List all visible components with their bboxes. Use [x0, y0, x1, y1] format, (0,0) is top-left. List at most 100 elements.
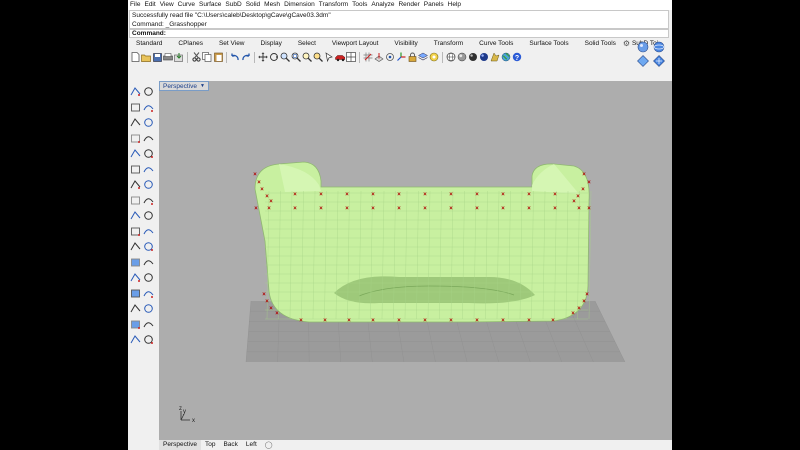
- menu-view[interactable]: View: [158, 0, 176, 10]
- select-all-icon[interactable]: [324, 52, 334, 62]
- control-point[interactable]: ×: [265, 299, 269, 305]
- control-point[interactable]: ×: [269, 306, 273, 312]
- tab-solid-tools[interactable]: Solid Tools: [577, 39, 624, 49]
- control-point[interactable]: ×: [397, 206, 401, 212]
- array-icon[interactable]: [130, 288, 141, 299]
- pyramid-icon[interactable]: [143, 334, 154, 345]
- menu-solid[interactable]: Solid: [244, 0, 262, 10]
- control-point[interactable]: ×: [475, 192, 479, 198]
- control-point[interactable]: ×: [553, 206, 557, 212]
- grid-icon[interactable]: [363, 52, 373, 62]
- viewport-title-tab[interactable]: Perspective ▼: [159, 81, 209, 91]
- tab-display[interactable]: Display: [253, 39, 290, 49]
- menu-subd[interactable]: SubD: [223, 0, 243, 10]
- control-point[interactable]: ×: [345, 206, 349, 212]
- menu-help[interactable]: Help: [446, 0, 463, 10]
- osnap-icon[interactable]: [385, 52, 395, 62]
- control-point[interactable]: ×: [577, 306, 581, 312]
- control-point[interactable]: ×: [571, 311, 575, 317]
- control-point[interactable]: ×: [587, 180, 591, 186]
- display-sphere-icon[interactable]: [652, 40, 665, 53]
- car-icon[interactable]: [335, 52, 345, 62]
- control-point[interactable]: ×: [582, 172, 586, 178]
- control-point[interactable]: ×: [257, 180, 261, 186]
- menu-edit[interactable]: Edit: [142, 0, 157, 10]
- control-point[interactable]: ×: [527, 192, 531, 198]
- menu-analyze[interactable]: Analyze: [369, 0, 396, 10]
- rotate-view-icon[interactable]: [269, 52, 279, 62]
- layer-icon[interactable]: [418, 52, 428, 62]
- material-icon[interactable]: [490, 52, 500, 62]
- tab-perspective[interactable]: Perspective: [159, 440, 201, 450]
- cone-icon[interactable]: [130, 334, 141, 345]
- import-icon[interactable]: [174, 52, 184, 62]
- split-icon[interactable]: [130, 241, 141, 252]
- redo-icon[interactable]: [241, 52, 251, 62]
- polyline-icon[interactable]: [130, 102, 141, 113]
- control-point[interactable]: ×: [371, 206, 375, 212]
- line-icon[interactable]: [143, 102, 154, 113]
- dropdown-arrow-icon[interactable]: ▼: [200, 83, 205, 89]
- move-icon[interactable]: [143, 241, 154, 252]
- control-point[interactable]: ×: [572, 199, 576, 205]
- move-diamond-icon[interactable]: [636, 54, 649, 67]
- control-point[interactable]: ×: [423, 318, 427, 324]
- render-icon[interactable]: [479, 52, 489, 62]
- control-point[interactable]: ×: [475, 318, 479, 324]
- command-line[interactable]: Command:: [129, 29, 669, 38]
- globe-icon[interactable]: [501, 52, 511, 62]
- help-icon[interactable]: ?: [512, 52, 522, 62]
- zoom-icon[interactable]: [280, 52, 290, 62]
- analyze-icon[interactable]: [130, 319, 141, 330]
- control-point[interactable]: ×: [423, 206, 427, 212]
- cplane-icon[interactable]: [374, 52, 384, 62]
- control-point[interactable]: ×: [253, 172, 257, 178]
- mirror-icon[interactable]: [143, 272, 154, 283]
- menu-surface[interactable]: Surface: [197, 0, 223, 10]
- add-viewport-icon[interactable]: ◯: [261, 441, 277, 449]
- sphere-icon[interactable]: [143, 195, 154, 206]
- extrude-icon[interactable]: [143, 179, 154, 190]
- cut-icon[interactable]: [191, 52, 201, 62]
- print-icon[interactable]: [163, 52, 173, 62]
- dimension-icon[interactable]: [143, 288, 154, 299]
- freeform-icon[interactable]: [130, 164, 141, 175]
- control-point[interactable]: ×: [587, 206, 591, 212]
- save-icon[interactable]: [152, 52, 162, 62]
- tab-cplanes[interactable]: CPlanes: [170, 39, 211, 49]
- menu-curve[interactable]: Curve: [176, 0, 197, 10]
- select-point-icon[interactable]: [130, 86, 141, 97]
- control-point[interactable]: ×: [449, 318, 453, 324]
- tab-select[interactable]: Select: [290, 39, 324, 49]
- control-point[interactable]: ×: [449, 206, 453, 212]
- control-point[interactable]: ×: [260, 187, 264, 193]
- control-point[interactable]: ×: [501, 318, 505, 324]
- control-point[interactable]: ×: [262, 292, 266, 298]
- tab-viewport-layout[interactable]: Viewport Layout: [324, 39, 387, 49]
- copy-object-icon[interactable]: [130, 257, 141, 268]
- surface-icon[interactable]: [130, 179, 141, 190]
- check-icon[interactable]: [143, 319, 154, 330]
- menu-mesh[interactable]: Mesh: [262, 0, 282, 10]
- control-point[interactable]: ×: [553, 192, 557, 198]
- control-point[interactable]: ×: [551, 318, 555, 324]
- control-point[interactable]: ×: [501, 206, 505, 212]
- zoom-selected-icon[interactable]: [313, 52, 323, 62]
- control-point[interactable]: ×: [527, 206, 531, 212]
- control-point[interactable]: ×: [275, 311, 279, 317]
- rotate-icon[interactable]: [143, 257, 154, 268]
- copy-icon[interactable]: [202, 52, 212, 62]
- control-point[interactable]: ×: [319, 192, 323, 198]
- tab-set-view[interactable]: Set View: [211, 39, 253, 49]
- curve-icon[interactable]: [130, 117, 141, 128]
- control-point[interactable]: ×: [299, 318, 303, 324]
- menu-panels[interactable]: Panels: [422, 0, 446, 10]
- control-point[interactable]: ×: [397, 192, 401, 198]
- rendered-icon[interactable]: [468, 52, 478, 62]
- menu-dimension[interactable]: Dimension: [282, 0, 317, 10]
- properties-icon[interactable]: [429, 52, 439, 62]
- control-point[interactable]: ×: [345, 192, 349, 198]
- control-point[interactable]: ×: [269, 199, 273, 205]
- polygon-icon[interactable]: [143, 148, 154, 159]
- control-point[interactable]: ×: [582, 299, 586, 305]
